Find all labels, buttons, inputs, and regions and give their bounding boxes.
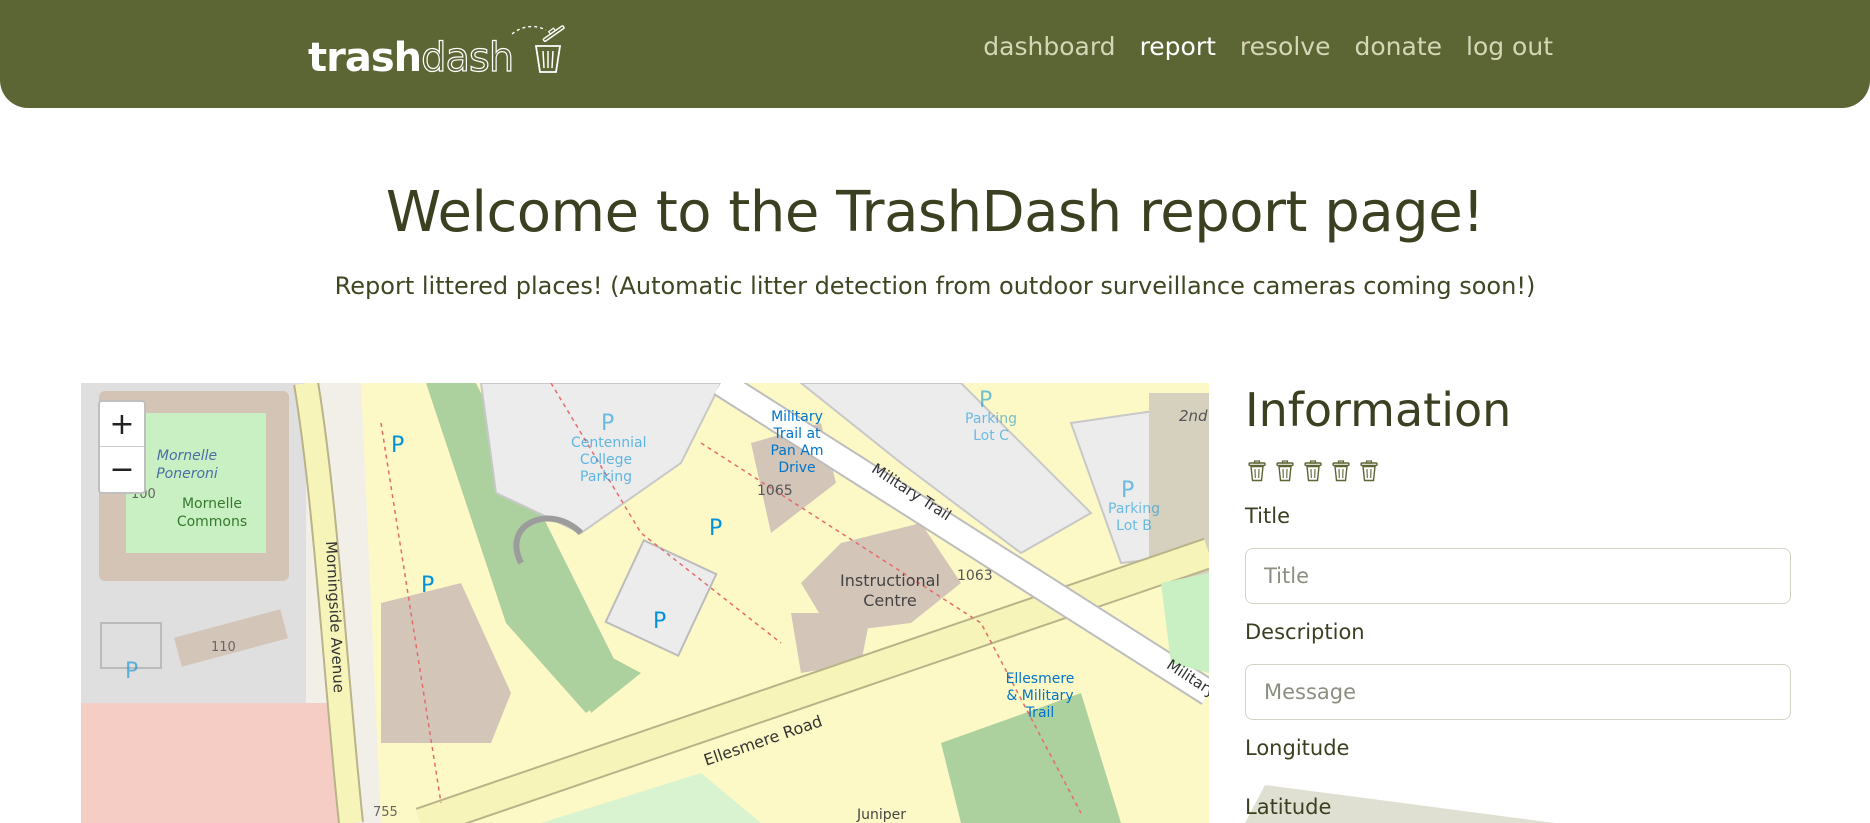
map-zoom-control: + − [98,400,146,494]
map-label-mornelle-commons: Mornelle Commons [176,496,248,530]
map-label-ellesmere-military-trail: Ellesmere & Military Trail [1005,671,1075,721]
logo-text-trash: trash [308,35,422,81]
form-heading: Information [1245,383,1512,437]
map-label-parking-symbol: P [391,433,405,458]
page-subtitle: Report littered places! (Automatic litte… [334,272,1536,300]
longitude-label: Longitude [1245,736,1350,760]
map-label-parking-symbol: P [653,609,667,634]
nav-report[interactable]: report [1140,30,1216,64]
report-map[interactable]: P P P P P P P P Centennial College Parki… [81,383,1209,823]
page-title: Welcome to the TrashDash report page! [385,180,1485,245]
map-label-parking-lot-c: Parking Lot C [965,411,1017,444]
nav-dashboard[interactable]: dashboard [983,30,1115,64]
map-label-parking-symbol: P [125,659,139,684]
trashdash-logo[interactable]: trash dash [308,22,565,81]
rating-trash-bin-icon[interactable] [1359,460,1379,482]
rating-trash-icons [1247,460,1379,482]
rating-trash-bin-icon[interactable] [1303,460,1323,482]
nav-resolve[interactable]: resolve [1240,30,1331,64]
map-label-1063: 1063 [957,568,993,584]
trash-bin-icon [511,25,565,73]
map-label-parking-symbol: P [979,388,993,413]
map-label-centennial-parking: Centennial College Parking [571,435,647,485]
latitude-label: Latitude [1245,795,1332,819]
rating-trash-bin-icon[interactable] [1247,460,1267,482]
map-label-mornelle-poneroni: Mornelle Poneroni [156,448,218,482]
map-label-instructional-centre: Instructional Centre [840,571,940,610]
report-form: Information Title Description Longitude … [1245,383,1805,823]
map-label-parking-symbol: P [421,573,435,598]
map-label-parking-lot-b: Parking Lot B [1108,501,1160,534]
logo-text-dash: dash [421,35,515,81]
rating-trash-bin-icon[interactable] [1275,460,1295,482]
rating-trash-bin-icon[interactable] [1331,460,1351,482]
map-label-1065: 1065 [757,483,793,499]
map-label-2nd: 2nd [1179,407,1208,425]
top-navbar: trash dash dashboard report resolve donat… [0,0,1870,108]
description-label: Description [1245,620,1365,644]
map-label-parking-symbol: P [601,411,615,436]
map-label-755: 755 [373,805,398,820]
description-input[interactable] [1245,664,1791,720]
map-label-juniper: Juniper [857,807,907,823]
title-label: Title [1245,504,1291,528]
map-label-110: 110 [211,640,236,655]
nav-log-out[interactable]: log out [1466,30,1553,64]
title-input[interactable] [1245,548,1791,604]
map-label-parking-symbol: P [709,516,723,541]
zoom-out-button[interactable]: − [100,447,144,492]
zoom-in-button[interactable]: + [100,402,144,447]
nav-donate[interactable]: donate [1354,30,1442,64]
map-label-parking-symbol: P [1121,478,1135,503]
map-label-military-trail-pan-am: Military Trail at Pan Am Drive [770,409,824,476]
main-nav: dashboard report resolve donate log out [983,30,1553,64]
